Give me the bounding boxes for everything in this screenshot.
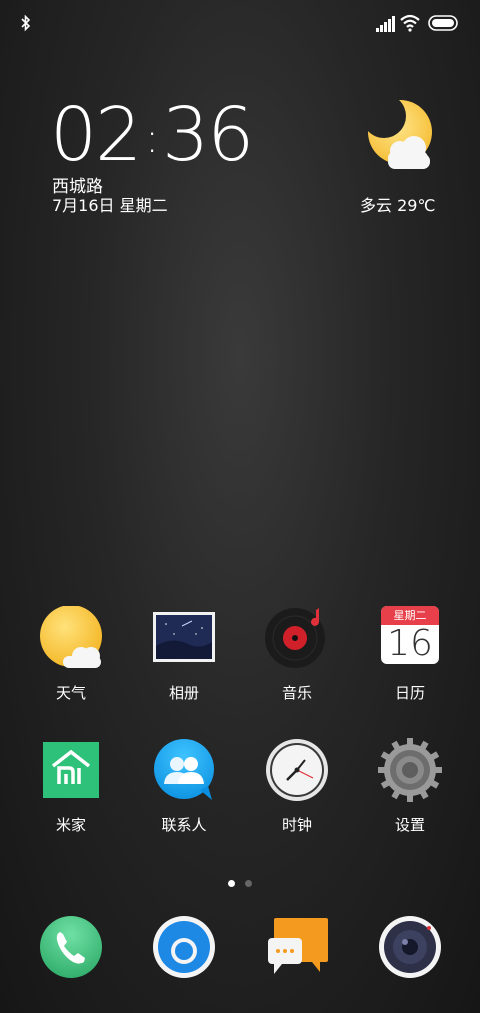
calendar-day: 16 xyxy=(387,623,433,664)
app-label: 音乐 xyxy=(281,684,312,702)
phone-icon[interactable] xyxy=(38,914,104,980)
page-dot-active[interactable] xyxy=(228,880,235,887)
clock-icon xyxy=(266,739,328,801)
app-label: 时钟 xyxy=(281,816,312,834)
clock-hour: 02 xyxy=(50,92,142,178)
app-label: 相册 xyxy=(168,684,199,702)
bluetooth-icon xyxy=(21,14,31,32)
page-dot[interactable] xyxy=(245,880,252,887)
status-bar xyxy=(0,0,480,50)
app-label: 日历 xyxy=(394,684,425,702)
calendar-icon: 星期二 16 xyxy=(381,606,439,664)
wifi-icon xyxy=(400,14,420,32)
cellular-signal-icon xyxy=(376,16,395,32)
app-label: 设置 xyxy=(394,816,425,834)
gallery-icon xyxy=(153,612,215,662)
camera-icon[interactable] xyxy=(377,914,443,980)
battery-icon xyxy=(428,15,458,31)
weather-icon xyxy=(40,606,102,668)
date-text: 7月16日 星期二 xyxy=(52,196,168,215)
app-label: 联系人 xyxy=(161,816,207,834)
app-label: 米家 xyxy=(55,816,86,834)
page-indicator xyxy=(0,872,480,891)
dock xyxy=(0,914,480,984)
clock-separator: : xyxy=(145,116,158,162)
messages-icon[interactable] xyxy=(266,914,332,980)
contacts-icon xyxy=(154,739,214,800)
mi-home-icon xyxy=(43,742,99,798)
lock-clock[interactable]: 02:36 xyxy=(50,92,254,178)
clock-minute: 36 xyxy=(162,92,254,178)
music-icon xyxy=(265,608,325,668)
moon-cloud-icon[interactable] xyxy=(360,96,436,176)
settings-icon xyxy=(378,738,442,802)
browser-icon[interactable] xyxy=(151,914,217,980)
app-label: 天气 xyxy=(55,684,86,702)
weather-text: 多云 29℃ xyxy=(360,196,436,215)
